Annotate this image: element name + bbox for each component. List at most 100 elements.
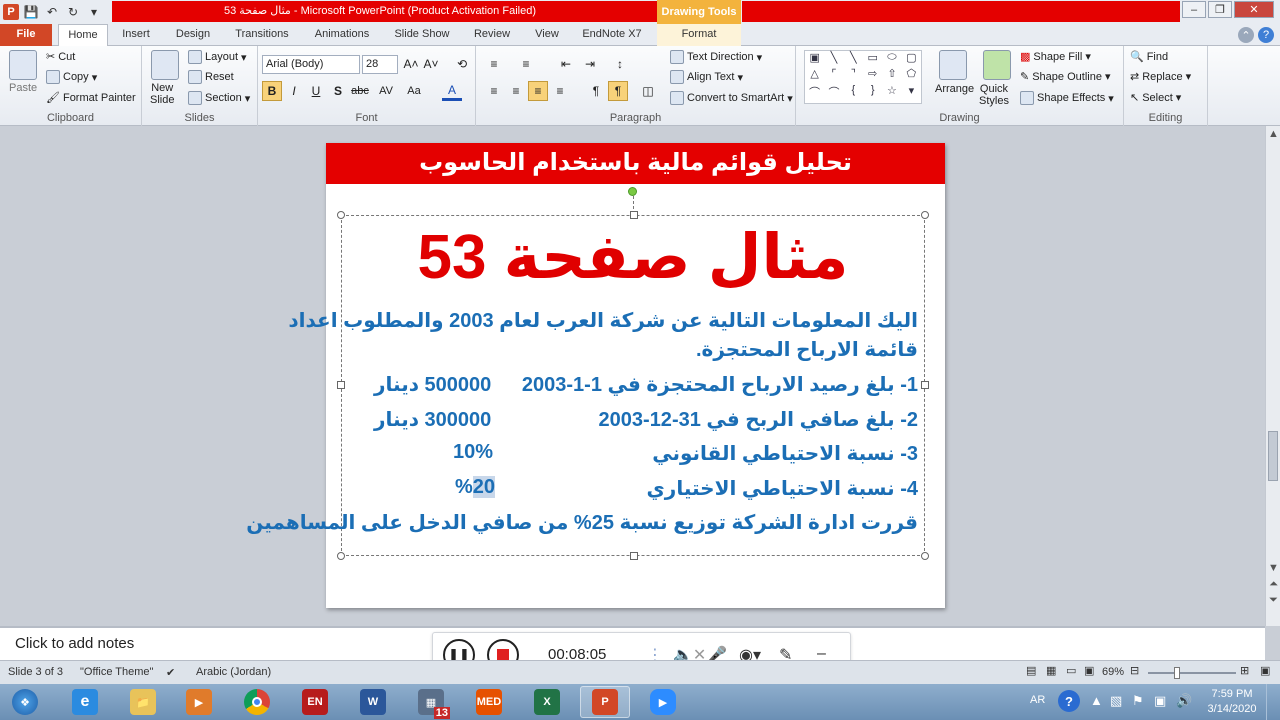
taskbar-file-explorer[interactable]: 📁 [118,686,168,718]
oval-shape-icon[interactable]: ⬭ [882,51,901,67]
zoom-slider[interactable] [1148,672,1236,674]
tab-view[interactable]: View [526,24,568,46]
customize-qat-icon[interactable]: ▾ [85,3,103,21]
grow-font-icon[interactable]: A˄ [401,54,421,74]
help-icon[interactable]: ? [1258,27,1274,43]
find-button[interactable]: 🔍 Find [1130,50,1168,64]
paste-icon[interactable] [9,50,37,80]
spellcheck-icon[interactable]: ✔ [166,666,175,679]
strikethrough-icon[interactable]: abc [350,81,370,101]
line-spacing-icon[interactable]: ↕ [610,54,630,74]
decrease-indent-icon[interactable]: ⇤ [556,54,576,74]
tab-home[interactable]: Home [58,24,108,46]
resize-handle-top-right[interactable] [921,211,929,219]
bullets-icon[interactable]: ≡ [484,54,504,74]
reset-button[interactable]: Reset [188,70,234,84]
layout-button[interactable]: Layout ▾ [188,50,247,64]
vertical-scrollbar[interactable]: ▲ ▼ ⏶ ⏷ [1265,126,1280,626]
rounded-rect-shape-icon[interactable]: ▢ [902,51,921,67]
collapse-ribbon-icon[interactable]: ⌃ [1238,27,1254,43]
show-hidden-icons-icon[interactable]: ▲ [1090,693,1103,720]
tab-review[interactable]: Review [464,24,520,46]
input-language[interactable]: AR [1030,694,1045,720]
format-painter-button[interactable]: 🖌 Format Painter [46,91,136,105]
arrange-button[interactable]: Arrange [935,83,974,95]
item-4-value[interactable]: %20 [455,476,496,499]
network-icon[interactable]: ▧ [1110,693,1122,720]
taskbar-chrome[interactable] [232,686,282,718]
arrange-icon[interactable] [939,50,967,80]
fit-to-window-icon[interactable]: ▣ [1260,664,1270,677]
item-3-text[interactable]: 3- نسبة الاحتياطي القانوني [652,441,918,466]
new-slide-icon[interactable] [151,50,179,80]
intro-line-1[interactable]: اليك المعلومات التالية عن شركة العرب لعا… [288,308,918,333]
new-slide-button[interactable]: New Slide [150,82,174,106]
resize-handle-top-left[interactable] [337,211,345,219]
tab-transitions[interactable]: Transitions [226,24,298,46]
underline-icon[interactable]: U [306,81,326,101]
item-2-text[interactable]: 2- بلغ صافي الربح في 31-12-2003 [599,407,918,432]
zoom-in-icon[interactable]: ⊞ [1240,664,1249,677]
textbox-shape-icon[interactable]: ▣ [805,51,824,67]
ltr-icon[interactable]: ¶ [586,81,606,101]
previous-slide-icon[interactable]: ⏶ [1267,578,1280,591]
align-text-button[interactable]: Align Text ▾ [670,70,743,84]
tab-animations[interactable]: Animations [304,24,380,46]
shape-outline-button[interactable]: ✎ Shape Outline ▾ [1020,70,1110,84]
line-shape-icon[interactable]: ╲ [824,51,843,67]
brace-right-shape-icon[interactable]: } [863,84,882,103]
tab-endnote[interactable]: EndNote X7 [576,24,648,46]
taskbar-excel[interactable]: X [522,686,572,718]
resize-handle-top[interactable] [630,211,638,219]
convert-smartart-button[interactable]: Convert to SmartArt ▾ [670,91,793,105]
resize-handle-bottom[interactable] [630,552,638,560]
quick-styles-icon[interactable] [983,50,1011,80]
network-status-icon[interactable]: ▣ [1154,693,1166,720]
slide-title[interactable]: مثال صفحة 53 [341,223,925,293]
font-color-icon[interactable]: A [442,81,462,101]
help-tray-icon[interactable]: ? [1058,690,1080,712]
triangle-shape-icon[interactable]: △ [805,67,824,83]
taskbar-word[interactable]: W [348,686,398,718]
resize-handle-bottom-right[interactable] [921,552,929,560]
save-icon[interactable]: 💾 [22,3,40,21]
resize-handle-bottom-left[interactable] [337,552,345,560]
reading-view-icon[interactable]: ▭ [1066,664,1076,677]
item-4-value-selected[interactable]: 20 [472,476,496,498]
normal-view-icon[interactable]: ▤ [1026,664,1036,677]
italic-icon[interactable]: I [284,81,304,101]
show-desktop-button[interactable] [1266,684,1280,720]
taskbar-powerpoint[interactable]: P [580,686,630,718]
theme-name[interactable]: "Office Theme" [80,666,153,678]
align-left-icon[interactable]: ≡ [484,81,504,101]
taskbar-media-player[interactable]: ▶ [174,686,224,718]
redo-icon[interactable]: ↻ [64,3,82,21]
clock[interactable]: 7:59 PM 3/14/2020 [1202,687,1262,720]
item-2-value[interactable]: 300000 دينار [374,407,491,432]
zoom-slider-thumb[interactable] [1174,667,1180,679]
slideshow-view-icon[interactable]: ▣ [1084,664,1094,677]
replace-button[interactable]: ⇄ Replace ▾ [1130,70,1191,84]
rtl-icon[interactable]: ¶ [608,81,628,101]
change-case-icon[interactable]: Aa [404,81,424,101]
flag-icon[interactable]: ⚑ [1132,693,1144,720]
intro-line-2[interactable]: قائمة الارباح المحتجزة. [696,337,918,362]
shape-effects-button[interactable]: Shape Effects ▾ [1020,91,1114,105]
volume-icon[interactable]: 🔊 [1176,693,1192,720]
columns-icon[interactable]: ◫ [638,81,658,101]
minimize-button[interactable]: – [1182,1,1206,18]
bold-icon[interactable]: B [262,81,282,101]
zoom-out-icon[interactable]: ⊟ [1130,664,1139,677]
font-name-combo[interactable]: Arial (Body) [262,55,360,74]
scroll-thumb[interactable] [1268,431,1278,481]
section-button[interactable]: Section ▾ [188,91,250,105]
notes-placeholder[interactable]: Click to add notes [15,635,134,652]
start-button[interactable]: ❖ [0,686,50,718]
increase-indent-icon[interactable]: ⇥ [580,54,600,74]
language-indicator[interactable]: Arabic (Jordan) [196,666,271,678]
close-button[interactable]: ✕ [1234,1,1274,18]
item-1-text[interactable]: 1- بلغ رصيد الارباح المحتجزة في 1-1-2003 [522,372,918,397]
shapes-gallery[interactable]: ▣ ╲ ╲ ▭ ⬭ ▢ △ ⌜ ⌝ ⇨ ⇧ ⬠ ⌒ ⌒{} ☆ ▾ [804,50,922,104]
quick-styles-button[interactable]: Quick Styles [979,83,1009,107]
justify-icon[interactable]: ≡ [550,81,570,101]
